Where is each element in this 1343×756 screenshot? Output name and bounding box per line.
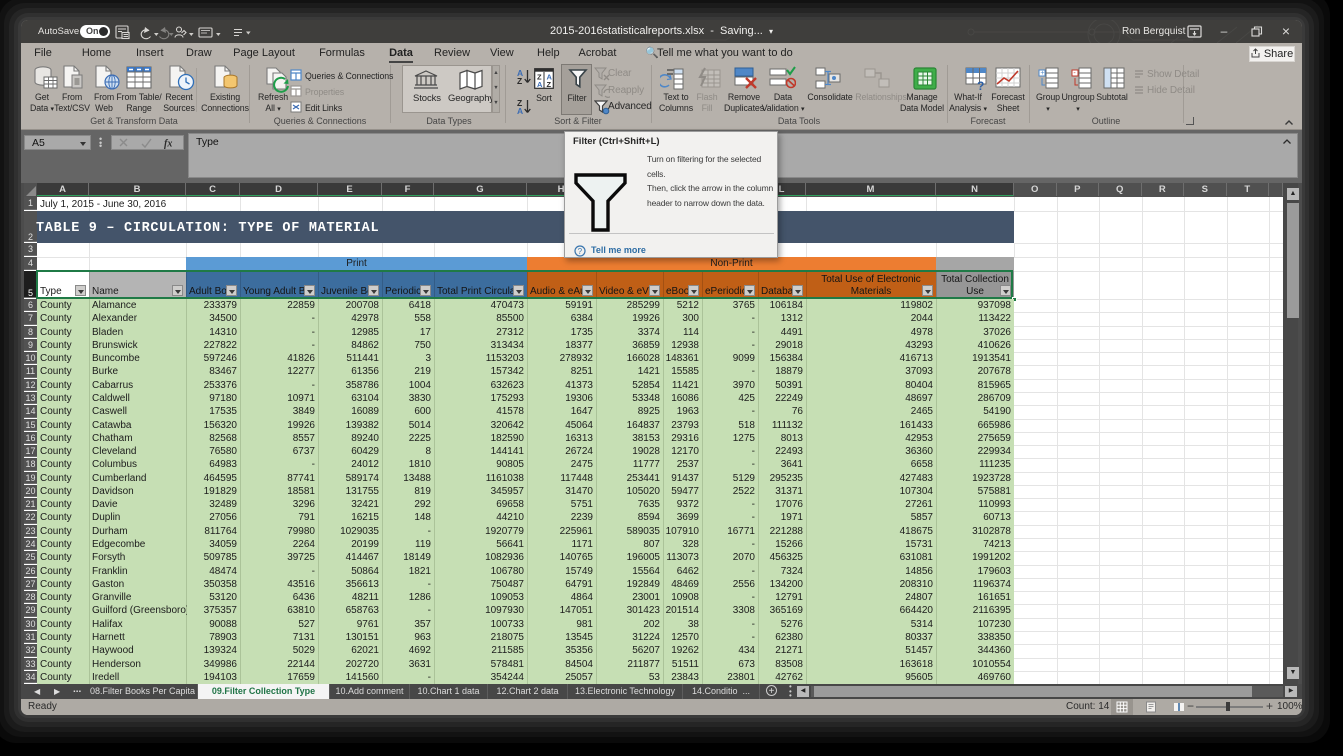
svg-text:?: ? bbox=[578, 247, 583, 256]
svg-text:A: A bbox=[517, 106, 523, 115]
svg-text:Z: Z bbox=[517, 76, 522, 85]
svg-text:+: + bbox=[1040, 70, 1044, 77]
svg-text:Z: Z bbox=[547, 80, 552, 89]
svg-text:?: ? bbox=[977, 79, 984, 92]
svg-text:A: A bbox=[537, 80, 543, 89]
svg-text:fx: fx bbox=[164, 139, 172, 150]
